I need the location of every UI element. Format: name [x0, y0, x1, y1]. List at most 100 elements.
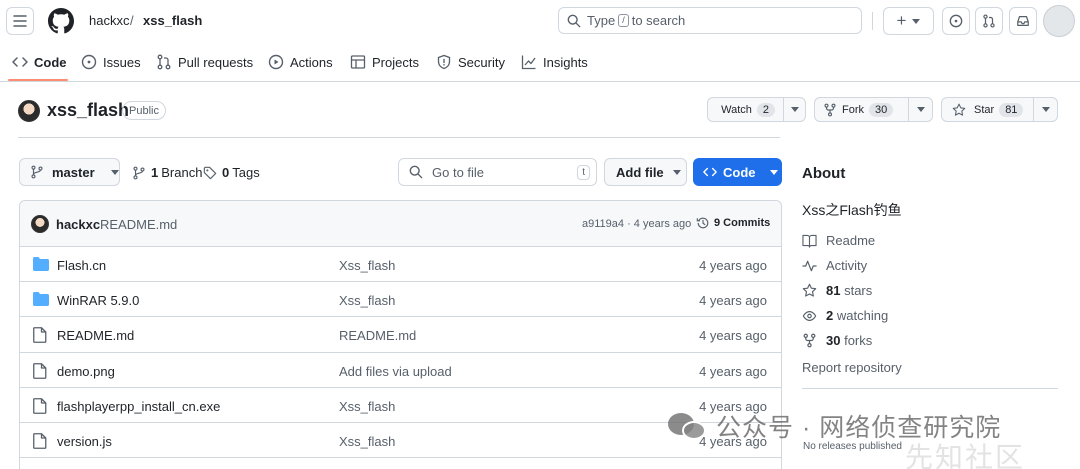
watch-dropdown[interactable] [783, 98, 805, 121]
file-commit-message[interactable]: Xss_flash [339, 293, 395, 308]
create-new-button[interactable]: + [883, 7, 934, 35]
file-name[interactable]: flashplayerpp_install_cn.exe [57, 399, 220, 414]
star-button[interactable]: Star 81 [941, 97, 1058, 122]
file-name[interactable]: WinRAR 5.9.0 [57, 293, 139, 308]
file-row[interactable]: demo.png Add files via upload 4 years ag… [20, 353, 781, 388]
graph-icon [521, 55, 536, 70]
watching-link[interactable]: 2 watching [802, 308, 888, 323]
header-divider-line [18, 137, 780, 138]
header-divider [872, 12, 873, 30]
repo-nav-tabs: Code Issues Pull requests Actions Projec… [0, 42, 1080, 82]
commit-author-avatar[interactable] [31, 215, 49, 233]
star-count: 81 [999, 102, 1024, 117]
file-date: 4 years ago [699, 363, 767, 379]
top-header: hackxc / xss_flash Type / to search + [0, 0, 1080, 42]
file-name[interactable]: README.md [57, 328, 134, 343]
activity-label: Activity [826, 258, 868, 273]
search-placeholder-pre: Type [587, 13, 616, 28]
github-logo-icon[interactable] [48, 8, 74, 34]
branch-name: master [52, 164, 95, 180]
file-commit-message[interactable]: Xss_flash [339, 399, 395, 414]
forks-link[interactable]: 30 forks [802, 333, 872, 348]
sidebar-divider [802, 388, 1058, 389]
commit-hash-time[interactable]: a9119a4 · 4 years ago [582, 218, 691, 230]
file-commit-message[interactable]: README.md [339, 328, 416, 343]
file-icon [33, 362, 47, 379]
tab-pull-requests[interactable]: Pull requests [156, 42, 253, 82]
file-icon [33, 397, 47, 414]
folder-icon [33, 257, 49, 271]
community-watermark: 先知社区 [905, 442, 1026, 469]
activity-link[interactable]: Activity [802, 258, 867, 273]
about-heading: About [802, 165, 846, 182]
branches-count: 1 [151, 165, 159, 180]
branches-link[interactable]: 1 Branch [132, 165, 202, 180]
breadcrumb-repo[interactable]: xss_flash [143, 13, 202, 28]
file-name[interactable]: demo.png [57, 364, 115, 379]
caret-down-icon [912, 18, 921, 24]
file-commit-message[interactable]: Xss_flash [339, 434, 395, 449]
search-input[interactable]: Type / to search [558, 7, 862, 34]
shield-icon [437, 54, 451, 70]
file-name[interactable]: Flash.cn [57, 258, 106, 273]
search-icon [409, 165, 423, 179]
tags-link[interactable]: 0 Tags [203, 165, 260, 180]
repo-owner-avatar[interactable] [18, 100, 40, 122]
branch-selector[interactable]: master [19, 158, 120, 186]
go-to-file-input[interactable]: Go to file t [398, 158, 597, 186]
readme-link[interactable]: Readme [802, 233, 875, 248]
file-icon [33, 327, 47, 344]
tab-actions-label: Actions [290, 54, 333, 70]
forks-count: 30 [826, 333, 841, 348]
file-row[interactable]: version.js Xss_flash 4 years ago [20, 423, 781, 459]
user-avatar[interactable] [1043, 5, 1075, 37]
stars-link[interactable]: 81 stars [802, 283, 872, 298]
issues-button[interactable] [942, 7, 970, 35]
book-icon [802, 234, 817, 248]
commit-message[interactable]: README.md [100, 217, 177, 232]
caret-down-icon [916, 107, 925, 112]
repo-title[interactable]: xss_flash [47, 100, 129, 121]
plus-icon: + [896, 11, 907, 30]
tab-code-label: Code [34, 54, 67, 70]
caret-down-icon [1041, 107, 1050, 112]
branch-icon [133, 166, 145, 179]
file-row[interactable]: WinRAR 5.9.0 Xss_flash 4 years ago [20, 282, 781, 318]
commit-author[interactable]: hackxc [56, 217, 100, 232]
watch-button[interactable]: Watch 2 [707, 97, 806, 122]
file-row[interactable]: flashplayerpp_install_cn.exe Xss_flash 4… [20, 388, 781, 423]
tab-security[interactable]: Security [436, 42, 505, 82]
add-file-label: Add file [616, 164, 664, 180]
add-file-button[interactable]: Add file [604, 158, 687, 186]
fork-dropdown[interactable] [908, 98, 932, 121]
menu-button[interactable] [6, 7, 34, 35]
tab-code[interactable]: Code [12, 42, 67, 82]
code-button[interactable]: Code [693, 158, 782, 186]
fork-icon [803, 333, 816, 348]
visibility-badge: Public [122, 101, 166, 120]
caret-down-icon [769, 169, 778, 175]
search-icon [567, 14, 581, 27]
breadcrumb-owner[interactable]: hackxc [89, 13, 129, 28]
file-row[interactable]: README.md README.md 4 years ago [20, 317, 781, 353]
file-commit-message[interactable]: Xss_flash [339, 258, 395, 273]
fork-button[interactable]: Fork 30 [814, 97, 933, 122]
file-date: 4 years ago [699, 293, 767, 309]
file-commit-message[interactable]: Add files via upload [339, 364, 452, 379]
commits-history-link[interactable]: 9 Commits [696, 216, 770, 230]
active-tab-indicator [8, 79, 68, 81]
star-icon [802, 283, 817, 297]
tab-actions[interactable]: Actions [268, 42, 333, 82]
tab-insights[interactable]: Insights [521, 42, 588, 82]
star-dropdown[interactable] [1033, 98, 1057, 121]
go-to-file-placeholder: Go to file [432, 164, 485, 180]
play-icon [268, 54, 284, 70]
tab-issues[interactable]: Issues [81, 42, 141, 82]
file-row[interactable]: Flash.cn Xss_flash 4 years ago [20, 247, 781, 283]
file-name[interactable]: version.js [57, 434, 112, 449]
pull-requests-button[interactable] [975, 7, 1003, 35]
inbox-button[interactable] [1009, 7, 1037, 35]
tab-projects[interactable]: Projects [350, 42, 419, 82]
report-repository-link[interactable]: Report repository [802, 360, 902, 375]
branch-icon [31, 165, 43, 179]
